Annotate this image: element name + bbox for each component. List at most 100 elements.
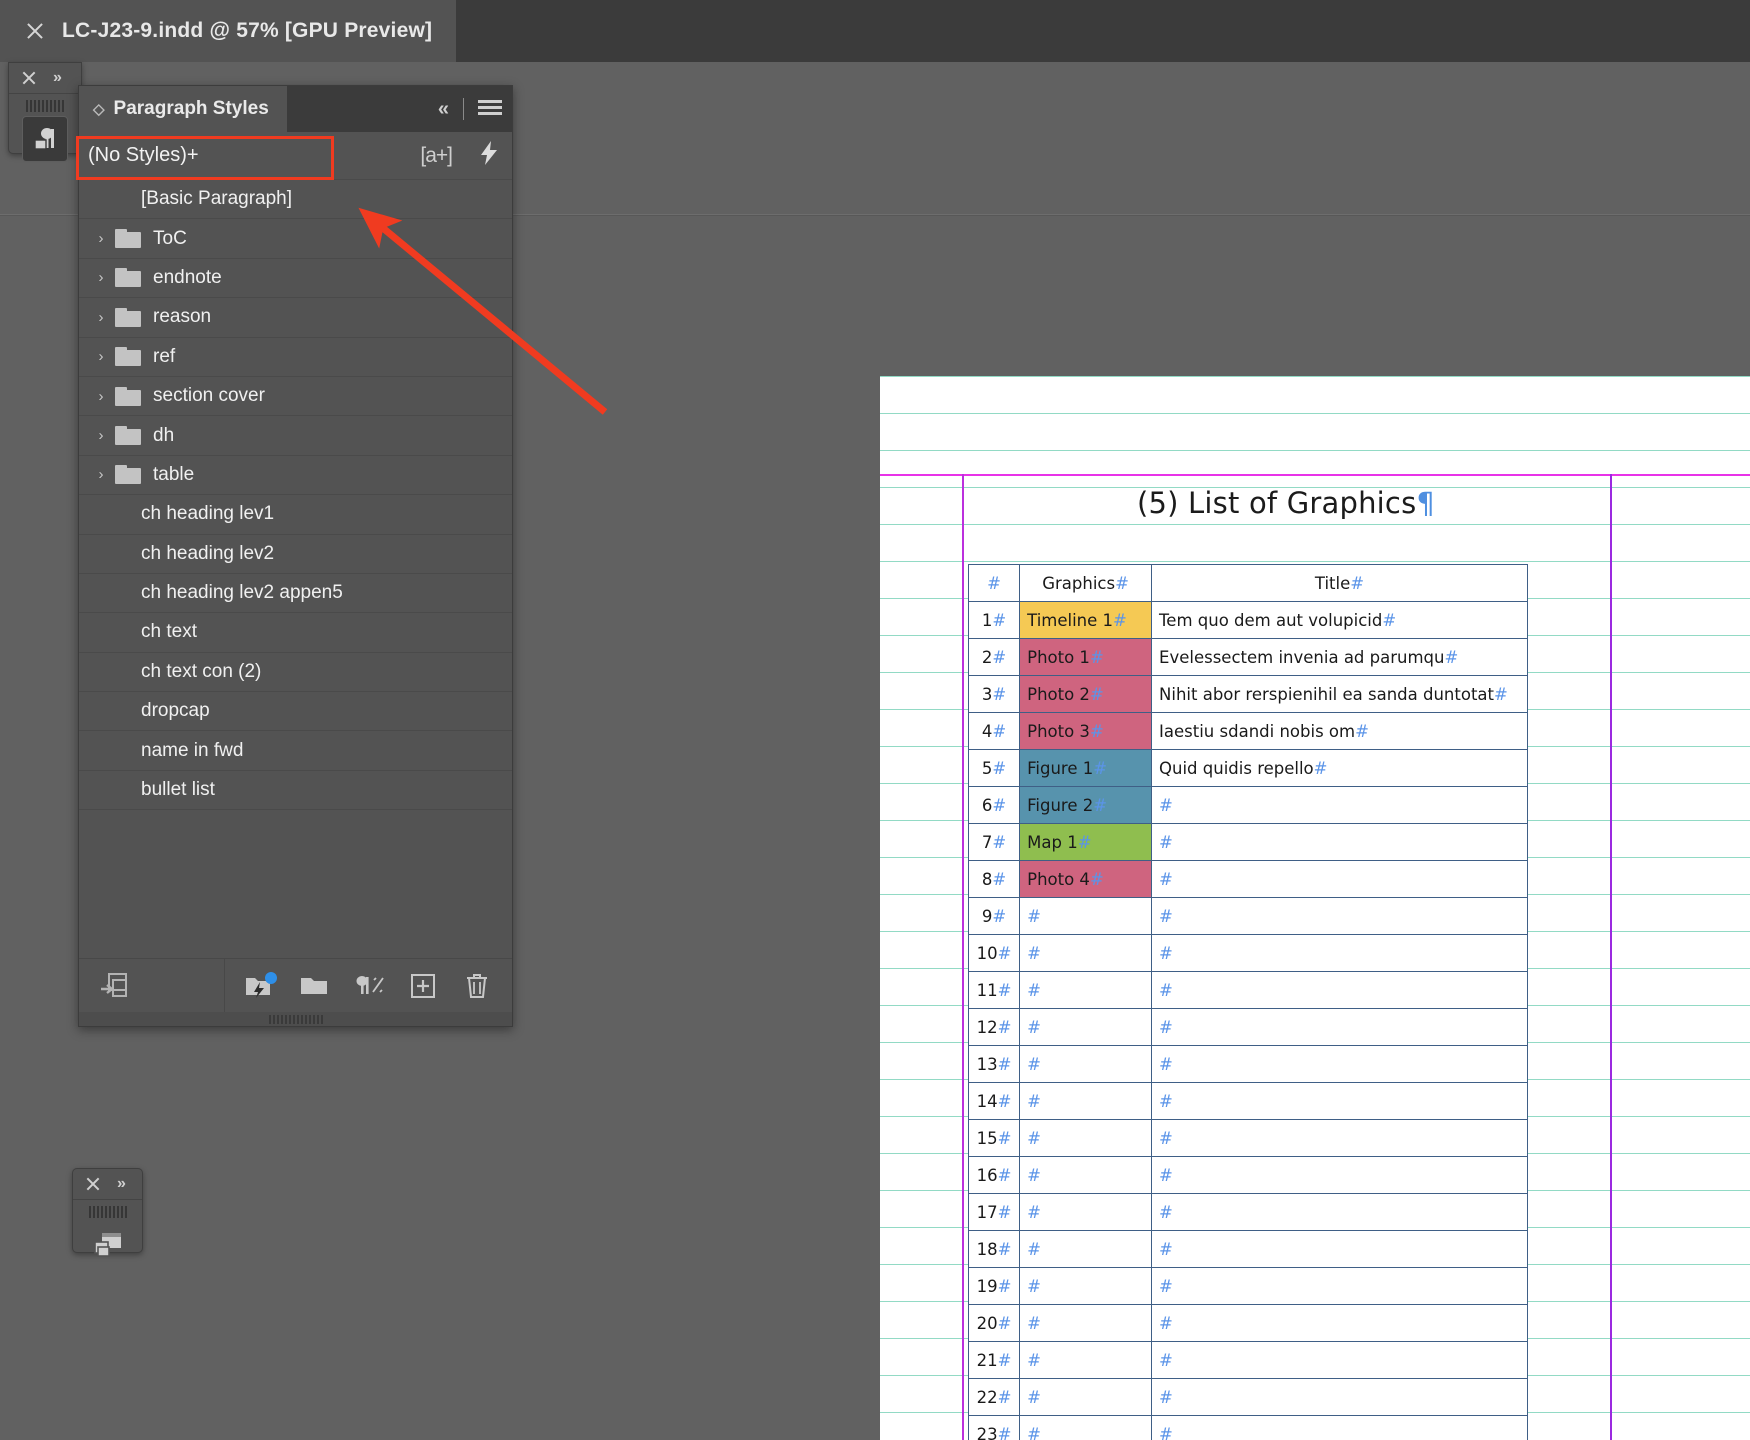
paragraph-style-row[interactable]: bullet list: [79, 771, 512, 811]
hash-marker: #: [1027, 1387, 1041, 1407]
cell-graphic: Photo 3#: [1019, 712, 1153, 750]
new-group-bolt-icon[interactable]: [241, 967, 279, 1005]
panel-menu-diamond-icon[interactable]: ◇: [93, 100, 105, 118]
table-row[interactable]: 12# # #: [967, 1008, 1528, 1046]
paragraph-styles-icon[interactable]: [22, 116, 68, 162]
quick-apply-bolt-icon[interactable]: [478, 140, 500, 173]
paragraph-style-row[interactable]: ch text: [79, 613, 512, 653]
drag-grip[interactable]: [88, 1206, 127, 1218]
table-row[interactable]: 19# # #: [967, 1267, 1528, 1305]
table-row[interactable]: 8# Photo 4# #: [967, 860, 1528, 898]
cell-title: #: [1151, 1008, 1528, 1046]
row-number: 1: [981, 610, 993, 630]
cell-graphic: #: [1019, 1008, 1153, 1046]
chevron-right-icon[interactable]: ›: [93, 466, 109, 483]
paragraph-style-row[interactable]: › table: [79, 456, 512, 496]
hash-marker: #: [997, 1091, 1012, 1111]
paragraph-style-row[interactable]: › section cover: [79, 377, 512, 417]
table-row[interactable]: 15# # #: [967, 1119, 1528, 1157]
cell-title: #: [1151, 1304, 1528, 1342]
paragraph-style-row[interactable]: dropcap: [79, 692, 512, 732]
drag-grip[interactable]: [26, 100, 64, 112]
hamburger-menu-icon[interactable]: [478, 100, 502, 118]
expand-panel-icon[interactable]: »: [53, 70, 62, 86]
hash-marker: #: [992, 832, 1007, 852]
clear-overrides-icon[interactable]: [a+]: [420, 144, 453, 168]
list-of-graphics-table[interactable]: # Graphics# Title# 1# Timeline 1# Tem quo …: [967, 564, 1528, 1440]
paragraph-style-row[interactable]: [Basic Paragraph]: [79, 180, 512, 220]
panel-resize-grip[interactable]: [79, 1012, 512, 1026]
paragraph-style-row[interactable]: › dh: [79, 416, 512, 456]
close-icon[interactable]: [85, 1176, 101, 1192]
table-row[interactable]: 23# # #: [967, 1415, 1528, 1440]
pages-collapsed-dock[interactable]: »: [72, 1168, 143, 1257]
table-row[interactable]: 7# Map 1# #: [967, 823, 1528, 861]
table-row[interactable]: 5# Figure 1# Quid quidis repello#: [967, 749, 1528, 787]
graphic-label: Photo 4: [1027, 869, 1090, 889]
chevron-right-icon[interactable]: ›: [93, 269, 109, 286]
chevron-right-icon[interactable]: ›: [93, 309, 109, 326]
paragraph-styles-collapsed-dock[interactable]: »: [8, 62, 82, 162]
close-icon[interactable]: [24, 20, 46, 42]
table-row[interactable]: 9# # #: [967, 897, 1528, 935]
paragraph-styles-list[interactable]: [Basic Paragraph] › ToC › endnote › reason › ref…: [79, 180, 512, 958]
table-row[interactable]: 21# # #: [967, 1341, 1528, 1379]
panel-footer-right: [225, 967, 512, 1005]
close-icon[interactable]: [21, 70, 37, 86]
paragraph-style-row[interactable]: › endnote: [79, 259, 512, 299]
table-row[interactable]: 17# # #: [967, 1193, 1528, 1231]
paragraph-style-row[interactable]: › reason: [79, 298, 512, 338]
folder-icon[interactable]: [295, 967, 333, 1005]
paragraph-style-row[interactable]: › ToC: [79, 219, 512, 259]
hash-marker: #: [997, 1017, 1012, 1037]
paragraph-style-row[interactable]: › ref: [79, 338, 512, 377]
pilcrow-clear-icon[interactable]: [349, 967, 387, 1005]
current-style-row[interactable]: (No Styles)+ [a+]: [79, 132, 512, 180]
chevron-right-icon[interactable]: ›: [93, 230, 109, 247]
plus-square-icon[interactable]: [404, 967, 442, 1005]
load-styles-icon[interactable]: [95, 967, 133, 1005]
column-guide-right: [1610, 474, 1612, 1440]
hash-marker: #: [1027, 1128, 1041, 1148]
cell-title: #: [1151, 1267, 1528, 1305]
tab-paragraph-styles[interactable]: ◇ Paragraph Styles: [79, 86, 287, 132]
paragraph-style-row[interactable]: ch heading lev1: [79, 495, 512, 535]
table-row[interactable]: 10# # #: [967, 934, 1528, 972]
chevron-right-icon[interactable]: ›: [93, 427, 109, 444]
table-row[interactable]: 16# # #: [967, 1156, 1528, 1194]
row-number: 4: [981, 721, 993, 741]
document-page[interactable]: (5) List of Graphics¶ # Graphics# Title#…: [880, 376, 1750, 1440]
table-row[interactable]: 22# # #: [967, 1378, 1528, 1416]
hash-marker: #: [992, 647, 1007, 667]
table-row[interactable]: 14# # #: [967, 1082, 1528, 1120]
hash-marker: #: [992, 795, 1007, 815]
table-row[interactable]: 11# # #: [967, 971, 1528, 1009]
table-row[interactable]: 2# Photo 1# Evelessectem invenia ad parumq…: [967, 638, 1528, 676]
document-tab[interactable]: LC-J23-9.indd @ 57% [GPU Preview]: [0, 0, 456, 62]
folder-icon: [115, 268, 141, 288]
chevron-right-icon[interactable]: ›: [93, 388, 109, 405]
paragraph-style-label: ch heading lev2 appen5: [141, 582, 343, 604]
paragraph-style-row[interactable]: ch text con (2): [79, 653, 512, 693]
cell-row-number: 12#: [967, 1008, 1021, 1046]
paragraph-styles-panel: ◇ Paragraph Styles « (No Styles)+ [a+] […: [78, 85, 513, 1027]
paragraph-style-row[interactable]: ch heading lev2 appen5: [79, 574, 512, 614]
paragraph-style-row[interactable]: ch heading lev2: [79, 535, 512, 574]
table-row[interactable]: 13# # #: [967, 1045, 1528, 1083]
expand-panel-icon[interactable]: »: [117, 1176, 126, 1192]
panel-footer-toolbar: [79, 958, 512, 1013]
collapse-to-icons-icon[interactable]: «: [438, 99, 449, 119]
trash-icon[interactable]: [458, 967, 496, 1005]
table-row[interactable]: 20# # #: [967, 1304, 1528, 1342]
table-row[interactable]: 18# # #: [967, 1230, 1528, 1268]
table-row[interactable]: 6# Figure 2# #: [967, 786, 1528, 824]
table-row[interactable]: 3# Photo 2# Nihit abor rerspienihil ea san…: [967, 675, 1528, 713]
hash-marker: #: [1159, 1091, 1173, 1111]
paragraph-style-row[interactable]: name in fwd: [79, 731, 512, 771]
table-row[interactable]: 1# Timeline 1# Tem quo dem aut volupicid#: [967, 601, 1528, 639]
tab-paragraph-styles-label: Paragraph Styles: [113, 98, 269, 119]
pages-icon[interactable]: [85, 1222, 131, 1268]
table-row[interactable]: 4# Photo 3# Iaestiu sdandi nobis om#: [967, 712, 1528, 750]
row-number: 23: [976, 1424, 998, 1440]
chevron-right-icon[interactable]: ›: [93, 348, 109, 365]
